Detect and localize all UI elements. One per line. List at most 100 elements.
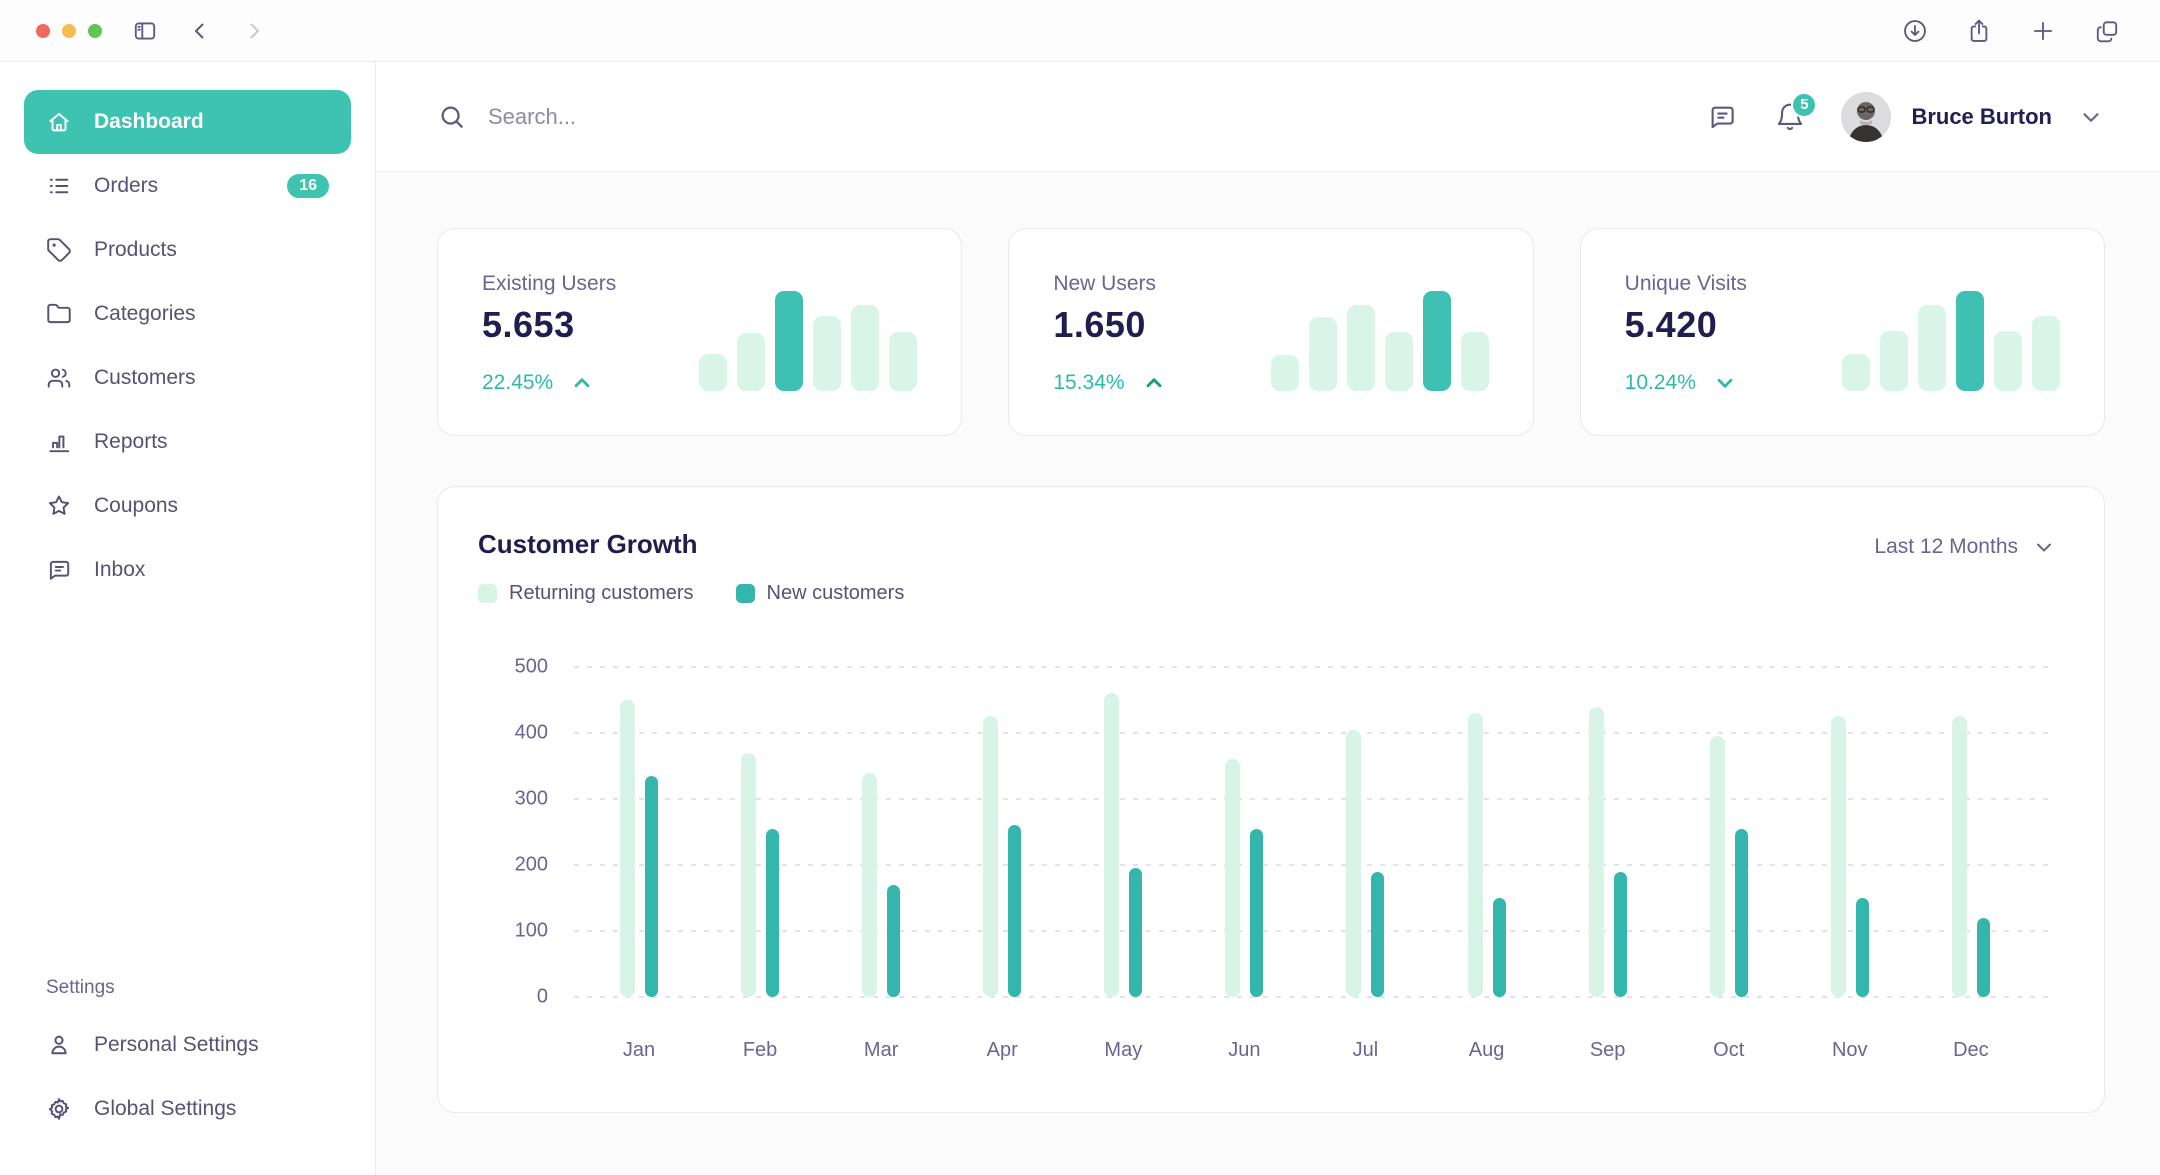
month-group-jan: Jan [620, 700, 658, 997]
sidebar-item-coupons[interactable]: Coupons [24, 474, 351, 538]
month-group-jun: Jun [1225, 759, 1263, 997]
user-menu[interactable]: Bruce Burton [1841, 92, 2104, 142]
mini-bar [851, 305, 879, 391]
settings-heading: Settings [24, 977, 351, 999]
bar-returning-customers [741, 753, 756, 997]
forward-icon[interactable] [238, 15, 270, 47]
maximize-window-button[interactable] [88, 24, 102, 38]
stat-value: 5.653 [482, 304, 616, 346]
sidebar: Dashboard Orders 16 Products [0, 62, 376, 1175]
user-icon [46, 1032, 72, 1058]
bar-returning-customers [1589, 707, 1604, 997]
mini-bar [699, 354, 727, 391]
sidebar-item-label: Orders [94, 174, 158, 198]
bar-returning-customers [1225, 759, 1240, 997]
sidebar-item-inbox[interactable]: Inbox [24, 538, 351, 602]
chart-legend: Returning customers New customers [478, 582, 2056, 605]
folder-icon [46, 301, 72, 327]
sidebar-item-label: Customers [94, 366, 196, 390]
month-group-oct: Oct [1710, 736, 1748, 997]
stat-value: 5.420 [1625, 304, 1747, 346]
bar-new-customers [1371, 872, 1384, 997]
messages-icon[interactable] [1705, 100, 1739, 134]
bar-new-customers [766, 829, 779, 997]
chart-title: Customer Growth [478, 529, 698, 560]
y-axis: 0100200300400500 [478, 667, 548, 997]
bar-returning-customers [1831, 716, 1846, 997]
dashboard-content: Existing Users 5.653 22.45% New Users 1.… [376, 172, 2160, 1175]
month-group-aug: Aug [1468, 713, 1506, 997]
bar-new-customers [887, 885, 900, 997]
traffic-lights [36, 24, 102, 38]
mini-bar [1309, 317, 1337, 391]
sidebar-item-global-settings[interactable]: Global Settings [24, 1077, 351, 1141]
share-icon[interactable] [1962, 14, 1996, 48]
stat-change: 10.24% [1625, 370, 1747, 396]
bar-new-customers [1735, 829, 1748, 997]
sidebar-item-label: Categories [94, 302, 196, 326]
mini-bar-chart [1842, 291, 2060, 391]
minimize-window-button[interactable] [62, 24, 76, 38]
mini-bar-chart [1271, 291, 1489, 391]
bar-new-customers [1977, 918, 1990, 997]
stat-label: Unique Visits [1625, 272, 1747, 296]
notifications-bell-icon[interactable]: 5 [1773, 100, 1807, 134]
tab-overview-icon[interactable] [2090, 14, 2124, 48]
sidebar-item-dashboard[interactable]: Dashboard [24, 90, 351, 154]
x-axis-label: May [1104, 1039, 1142, 1062]
bar-new-customers [645, 776, 658, 997]
period-selector-dropdown[interactable]: Last 12 Months [1874, 535, 2056, 559]
sidebar-item-products[interactable]: Products [24, 218, 351, 282]
mini-bar [1347, 305, 1375, 391]
sidebar-item-categories[interactable]: Categories [24, 282, 351, 346]
bar-returning-customers [983, 716, 998, 997]
bar-returning-customers [1346, 730, 1361, 997]
mini-bar [1880, 331, 1908, 391]
month-group-sep: Sep [1589, 707, 1627, 997]
mini-bar [2032, 316, 2060, 391]
y-axis-tick-label: 400 [515, 722, 548, 745]
home-icon [46, 109, 72, 135]
stat-label: Existing Users [482, 272, 616, 296]
sidebar-item-reports[interactable]: Reports [24, 410, 351, 474]
tag-icon [46, 237, 72, 263]
x-axis-label: Aug [1469, 1039, 1505, 1062]
mini-bar [1461, 332, 1489, 391]
y-axis-tick-label: 200 [515, 854, 548, 877]
x-axis-label: Jan [623, 1039, 655, 1062]
months-row: JanFebMarAprMayJunJulAugSepOctNovDec [620, 667, 1990, 997]
bar-returning-customers [1710, 736, 1725, 997]
bar-new-customers [1493, 898, 1506, 997]
user-menu-chevron-down-icon[interactable] [2078, 104, 2104, 130]
y-axis-tick-label: 300 [515, 788, 548, 811]
trend-up-icon [569, 370, 595, 396]
month-group-jul: Jul [1346, 730, 1384, 997]
mini-bar [737, 333, 765, 391]
x-axis-label: Mar [864, 1039, 898, 1062]
new-tab-icon[interactable] [2026, 14, 2060, 48]
back-icon[interactable] [184, 15, 216, 47]
bar-returning-customers [1104, 693, 1119, 997]
search-icon [438, 103, 466, 131]
download-icon[interactable] [1898, 14, 1932, 48]
legend-swatch-returning [478, 584, 497, 603]
sidebar-item-orders[interactable]: Orders 16 [24, 154, 351, 218]
legend-swatch-new [736, 584, 755, 603]
bar-returning-customers [620, 700, 635, 997]
sidebar-item-customers[interactable]: Customers [24, 346, 351, 410]
x-axis-label: Oct [1713, 1039, 1744, 1062]
star-icon [46, 493, 72, 519]
bar-new-customers [1856, 898, 1869, 997]
orders-count-badge: 16 [287, 174, 329, 198]
y-axis-tick-label: 500 [515, 656, 548, 679]
search-input[interactable] [488, 104, 1128, 130]
sidebar-item-personal-settings[interactable]: Personal Settings [24, 1013, 351, 1077]
close-window-button[interactable] [36, 24, 50, 38]
sidebar-toggle-icon[interactable] [128, 14, 162, 48]
mini-bar [1918, 305, 1946, 391]
avatar[interactable] [1841, 92, 1891, 142]
sidebar-item-label: Products [94, 238, 177, 262]
month-group-nov: Nov [1831, 716, 1869, 997]
topbar: 5 Bruce Burton [376, 62, 2160, 172]
x-axis-label: Jun [1228, 1039, 1260, 1062]
